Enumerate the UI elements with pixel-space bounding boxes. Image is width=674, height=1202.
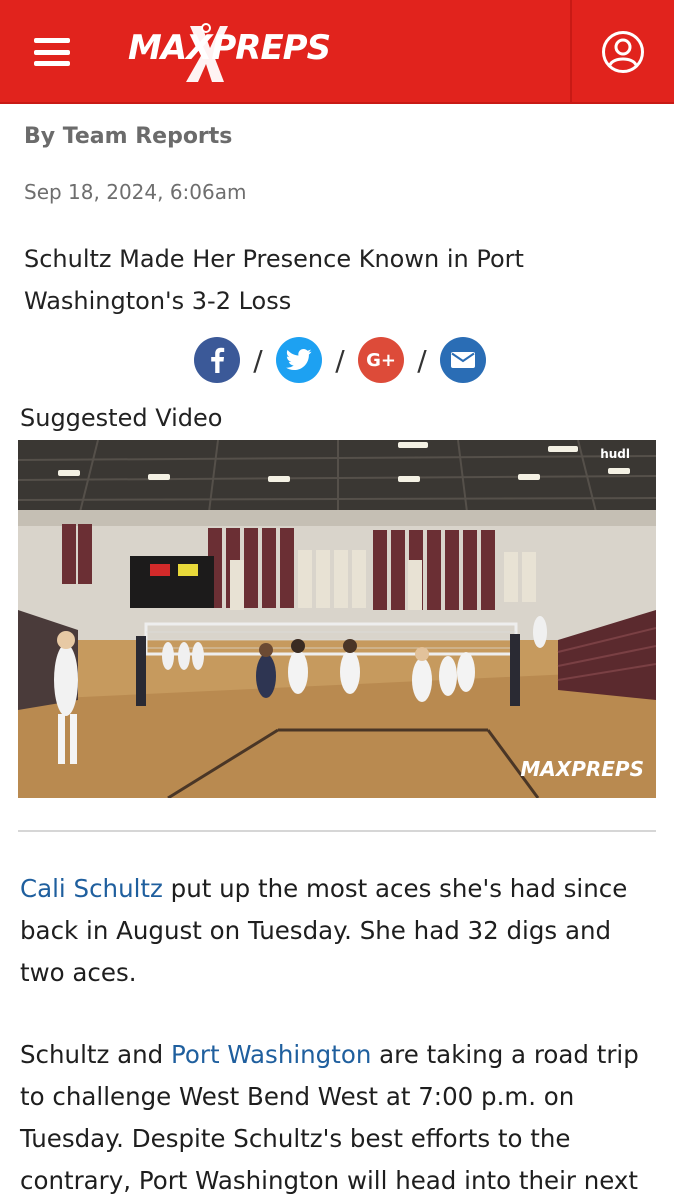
article-date: Sep 18, 2024, 6:06am <box>24 180 247 204</box>
maxpreps-logo[interactable]: MAXPREPS <box>128 22 338 84</box>
suggested-video-player[interactable]: hudl MAXPREPS <box>18 440 656 798</box>
facebook-share-button[interactable] <box>194 337 240 383</box>
share-separator: / <box>417 343 427 377</box>
email-icon <box>451 352 475 368</box>
google-plus-icon: G+ <box>366 349 396 371</box>
share-separator: / <box>253 343 263 377</box>
logo-wordmark: MAXPREPS <box>128 28 331 68</box>
twitter-icon <box>286 349 312 370</box>
share-separator: / <box>335 343 345 377</box>
article-paragraph: Cali Schultz put up the most aces she's … <box>20 868 660 994</box>
article-paragraph: Schultz and Port Washington are taking a… <box>20 1034 660 1202</box>
facebook-icon <box>211 347 225 373</box>
user-account-icon <box>602 31 644 73</box>
google-plus-share-button[interactable]: G+ <box>358 337 404 383</box>
twitter-share-button[interactable] <box>276 337 322 383</box>
email-share-button[interactable] <box>440 337 486 383</box>
article-headline: Schultz Made Her Presence Known in Port … <box>24 245 524 315</box>
hudl-watermark: hudl <box>600 447 630 461</box>
maxpreps-video-watermark: MAXPREPS <box>520 757 644 781</box>
top-navigation-bar: MAXPREPS <box>0 0 674 104</box>
suggested-video-label: Suggested Video <box>20 404 223 432</box>
article-byline: By Team Reports <box>24 124 233 149</box>
video-thumbnail: hudl MAXPREPS <box>18 440 656 798</box>
account-button[interactable] <box>572 0 674 104</box>
share-bar: / / G+ / <box>194 336 486 384</box>
paragraph-text: Schultz and <box>20 1040 172 1069</box>
player-link-cali-schultz[interactable]: Cali Schultz <box>20 874 163 903</box>
hamburger-icon <box>34 38 70 66</box>
content-divider <box>18 830 656 832</box>
menu-button[interactable] <box>0 0 104 104</box>
team-link-port-washington[interactable]: Port Washington <box>171 1040 371 1069</box>
